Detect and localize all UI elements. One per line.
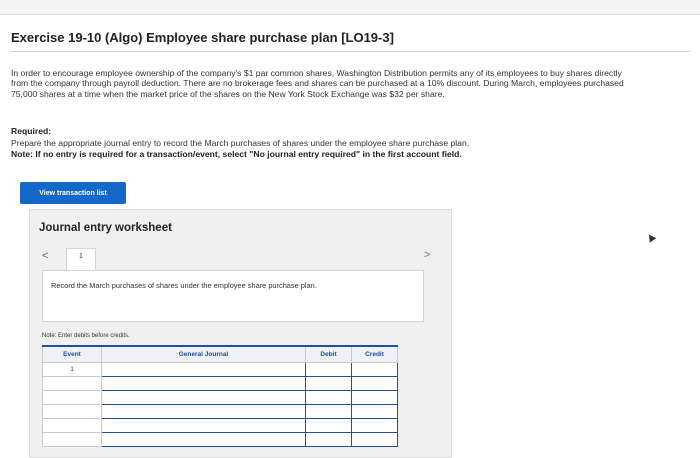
- header-event: Event: [42, 345, 102, 363]
- entry-note: Note: Enter debits before credits.: [42, 333, 130, 339]
- table-header-row: Event General Journal Debit Credit: [42, 345, 398, 363]
- table-row: [42, 418, 398, 433]
- journal-table: Event General Journal Debit Credit 1: [42, 345, 398, 447]
- header-debit: Debit: [305, 345, 352, 363]
- event-cell: [42, 376, 102, 391]
- exercise-title: Exercise 19-10 (Algo) Employee share pur…: [11, 30, 394, 45]
- account-field[interactable]: [101, 376, 306, 391]
- required-note: Note: If no entry is required for a tran…: [11, 149, 462, 159]
- credit-field[interactable]: [351, 362, 398, 377]
- account-field[interactable]: [101, 432, 306, 447]
- table-row: [42, 376, 398, 391]
- next-entry-icon[interactable]: >: [424, 249, 430, 261]
- required-text: Prepare the appropriate journal entry to…: [11, 138, 470, 148]
- worksheet-title: Journal entry worksheet: [39, 222, 172, 234]
- account-field[interactable]: [101, 404, 306, 419]
- event-cell: [42, 404, 102, 419]
- title-divider: [10, 51, 690, 52]
- account-field[interactable]: [101, 418, 306, 433]
- view-transaction-list-button[interactable]: View transaction list: [20, 182, 126, 204]
- required-heading: Required:: [11, 126, 52, 136]
- table-row: [42, 432, 398, 447]
- debit-field[interactable]: [305, 418, 352, 433]
- account-field[interactable]: [101, 390, 306, 405]
- table-row: [42, 390, 398, 405]
- table-row: 1: [42, 362, 398, 377]
- top-bar: [0, 0, 700, 15]
- credit-field[interactable]: [351, 418, 398, 433]
- event-cell: 1: [42, 362, 102, 377]
- mouse-cursor-icon: [645, 232, 657, 243]
- debit-field[interactable]: [305, 432, 352, 447]
- instruction-box: Record the March purchases of shares und…: [42, 270, 424, 322]
- header-general-journal: General Journal: [101, 345, 306, 363]
- instruction-text: Record the March purchases of shares und…: [51, 281, 317, 290]
- account-field[interactable]: [101, 362, 306, 377]
- credit-field[interactable]: [351, 404, 398, 419]
- table-row: [42, 404, 398, 419]
- debit-field[interactable]: [305, 404, 352, 419]
- exercise-intro: In order to encourage employee ownership…: [11, 68, 624, 99]
- event-cell: [42, 432, 102, 447]
- entry-tab-1[interactable]: 1: [66, 248, 96, 272]
- prev-entry-icon[interactable]: <: [42, 250, 48, 262]
- header-credit: Credit: [351, 345, 398, 363]
- debit-field[interactable]: [305, 376, 352, 391]
- credit-field[interactable]: [351, 390, 398, 405]
- credit-field[interactable]: [351, 376, 398, 391]
- debit-field[interactable]: [305, 362, 352, 377]
- event-cell: [42, 418, 102, 433]
- debit-field[interactable]: [305, 390, 352, 405]
- event-cell: [42, 390, 102, 405]
- credit-field[interactable]: [351, 432, 398, 447]
